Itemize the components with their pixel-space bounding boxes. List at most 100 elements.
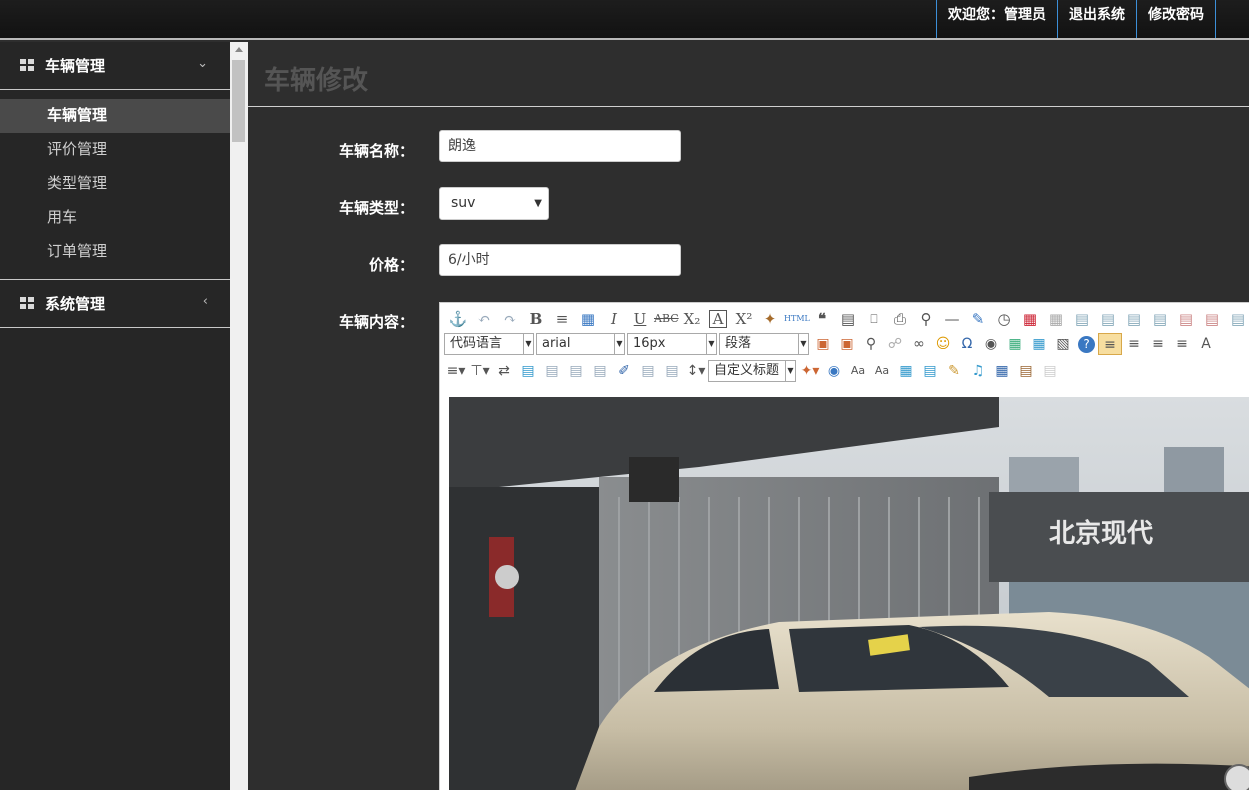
table-icon[interactable]: ▤ (1226, 308, 1249, 330)
font-color-icon[interactable]: A (1194, 333, 1218, 355)
italic-icon[interactable]: I (602, 308, 626, 330)
map-icon[interactable]: ▦ (1003, 333, 1027, 355)
split-row-icon[interactable]: ▤ (1200, 308, 1224, 330)
strikethrough-icon[interactable]: ABC (654, 308, 679, 330)
paste-text-icon[interactable]: ▤ (836, 308, 860, 330)
music-icon[interactable]: ♫ (966, 360, 990, 382)
paragraph-select[interactable]: 段落 ▼ (719, 333, 809, 355)
font-size-select[interactable]: 16px ▼ (627, 333, 717, 355)
preview-icon[interactable]: ⚲ (914, 308, 938, 330)
code-language-select[interactable]: 代码语言 ▼ (444, 333, 534, 355)
scroll-up-arrow-icon[interactable] (235, 47, 243, 52)
sidebar-item-vehicle-manage[interactable]: 车辆管理 (0, 99, 230, 133)
delete-col-icon[interactable]: ▤ (1148, 308, 1172, 330)
align-justify-icon[interactable]: ≡ (1170, 333, 1194, 355)
image-icon[interactable]: ▣ (811, 333, 835, 355)
sidebar-item-review-manage[interactable]: 评价管理 (0, 133, 230, 167)
row-spacing-bottom-icon[interactable]: ⊤▾ (468, 360, 492, 382)
redo-icon[interactable]: ↷ (498, 308, 522, 330)
logout-link[interactable]: 退出系统 (1057, 0, 1136, 38)
scrollbar-thumb[interactable] (232, 60, 245, 142)
top-bar: 欢迎您：管理员 退出系统 修改密码 (0, 0, 1249, 40)
align-left-icon[interactable]: ≡ (1098, 333, 1122, 355)
text-case-icon[interactable]: Aa (846, 360, 870, 382)
special-char-icon[interactable]: Ω (955, 333, 979, 355)
multi-image-icon[interactable]: ▣ (835, 333, 859, 355)
select-all-icon[interactable]: ⎕ (862, 308, 886, 330)
sidebar-item-use-car[interactable]: 用车 (0, 201, 230, 235)
paragraph-value: 段落 (725, 336, 752, 351)
table-merge-icon[interactable]: ▦ (1044, 308, 1068, 330)
undo-icon[interactable]: ↶ (472, 308, 496, 330)
font-border-icon[interactable]: A (709, 310, 727, 328)
emoticon-icon[interactable]: ☺ (931, 333, 955, 355)
split-cell-icon[interactable]: ▤ (1174, 308, 1198, 330)
align-center-icon[interactable]: ≡ (1146, 333, 1170, 355)
print-icon[interactable]: ⎙ (888, 308, 912, 330)
align-right-icon[interactable]: ≡ (1122, 333, 1146, 355)
background-icon[interactable]: ▦ (894, 360, 918, 382)
sidebar-scrollbar[interactable] (230, 42, 248, 790)
help-icon[interactable]: ? (1078, 335, 1095, 353)
sidebar-group-system[interactable]: 系统管理 ‹ (0, 280, 230, 328)
rich-text-editor[interactable]: ⚓ ↶ ↷ B ≡ ▦ I U ABC X₂ A X² ✦ HTML ❝ ▤ ⎕… (439, 302, 1249, 790)
date-icon[interactable]: ▦ (1018, 308, 1042, 330)
image-none-icon[interactable]: ▤ (540, 360, 564, 382)
image-right-icon[interactable]: ▤ (588, 360, 612, 382)
paste-icon[interactable]: ▤ (1014, 360, 1038, 382)
format-painter-icon[interactable]: ▦ (576, 308, 600, 330)
sidebar-group-vehicle[interactable]: 车辆管理 ⌄ (0, 42, 230, 90)
attachment-icon[interactable]: ✐ (612, 360, 636, 382)
type-select[interactable]: suv ▼ (439, 187, 549, 220)
price-input[interactable]: 6/小时 (439, 244, 681, 276)
welcome-text: 欢迎您：管理员 (936, 0, 1057, 38)
gmap-icon[interactable]: ▦ (1027, 333, 1051, 355)
html-source-icon[interactable]: HTML (784, 308, 810, 330)
directionality-icon[interactable]: ⇄ (492, 360, 516, 382)
line-height-icon[interactable]: ↕▾ (684, 360, 708, 382)
image-center-icon[interactable]: ▤ (636, 360, 660, 382)
anchor-icon[interactable]: ⚓ (446, 308, 470, 330)
page-break-icon[interactable]: ▤ (660, 360, 684, 382)
caret-down-icon: ▼ (534, 198, 542, 209)
template-icon[interactable]: ▤ (918, 360, 942, 382)
superscript-icon[interactable]: X² (732, 308, 756, 330)
underline-icon[interactable]: U (628, 308, 652, 330)
delete-row-icon[interactable]: ▤ (1122, 308, 1146, 330)
blockquote-icon[interactable]: ❝ (810, 308, 834, 330)
search-replace-icon[interactable]: ⚲ (859, 333, 883, 355)
grid-icon (20, 297, 35, 310)
clear-format-icon[interactable]: ✦ (758, 308, 782, 330)
content-label: 车辆内容： (338, 313, 414, 331)
insert-table-icon[interactable]: ▦ (990, 360, 1014, 382)
time-icon[interactable]: ◷ (992, 308, 1016, 330)
insert-frame-icon[interactable]: ▤ (516, 360, 540, 382)
web-icon[interactable]: ◉ (822, 360, 846, 382)
custom-title-value: 自定义标题 (714, 363, 780, 378)
sidebar-item-order-manage[interactable]: 订单管理 (0, 235, 230, 269)
font-family-select[interactable]: arial ▼ (536, 333, 625, 355)
magic-wand-icon[interactable]: ✦▾ (798, 360, 822, 382)
word-image-icon[interactable]: ▤ (1038, 360, 1062, 382)
video-icon[interactable]: ▧ (1051, 333, 1075, 355)
eraser-icon[interactable]: ✎ (966, 308, 990, 330)
horizontal-rule-icon[interactable]: — (940, 308, 964, 330)
link-icon[interactable]: ∞ (907, 333, 931, 355)
indent-icon[interactable]: ≡ (550, 308, 574, 330)
row-spacing-top-icon[interactable]: ≡▾ (444, 360, 468, 382)
sidebar-item-type-manage[interactable]: 类型管理 (0, 167, 230, 201)
image-left-icon[interactable]: ▤ (564, 360, 588, 382)
name-input[interactable]: 朗逸 (439, 130, 681, 162)
custom-title-select[interactable]: 自定义标题 ▼ (708, 360, 796, 382)
text-case-2-icon[interactable]: Aa (870, 360, 894, 382)
change-password-link[interactable]: 修改密码 (1136, 0, 1216, 38)
editor-toolbar-row-1: ⚓ ↶ ↷ B ≡ ▦ I U ABC X₂ A X² ✦ HTML ❝ ▤ ⎕… (446, 308, 1249, 330)
bold-icon[interactable]: B (524, 308, 548, 330)
scrawl-icon[interactable]: ✎ (942, 360, 966, 382)
insert-row-icon[interactable]: ▤ (1070, 308, 1094, 330)
insert-col-icon[interactable]: ▤ (1096, 308, 1120, 330)
grid-icon (20, 59, 35, 72)
unlink-icon[interactable]: ☍ (883, 333, 907, 355)
binoculars-icon[interactable]: ◉ (979, 333, 1003, 355)
subscript-icon[interactable]: X₂ (680, 308, 704, 330)
